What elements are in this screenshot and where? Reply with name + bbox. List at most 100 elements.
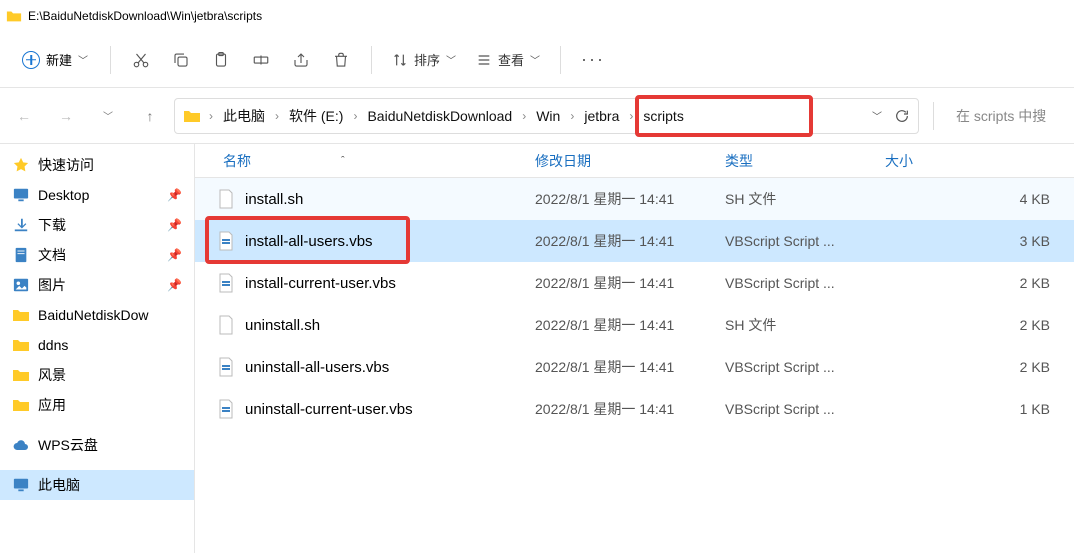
sidebar-item-folder[interactable]: 风景 xyxy=(0,360,194,390)
chevron-down-icon[interactable]: ﹀ xyxy=(872,108,882,123)
rename-button[interactable] xyxy=(243,42,279,78)
chevron-right-icon: › xyxy=(570,109,574,123)
pin-icon: 📌 xyxy=(167,278,182,292)
file-name: uninstall.sh xyxy=(245,317,320,334)
file-size: 4 KB xyxy=(885,191,1074,207)
breadcrumb-item[interactable]: Win xyxy=(530,104,566,128)
share-button[interactable] xyxy=(283,42,319,78)
sidebar-item-wpscloud[interactable]: WPS云盘 xyxy=(0,430,194,460)
pin-icon: 📌 xyxy=(167,188,182,202)
sort-label: 排序 xyxy=(414,50,440,69)
file-name: install.sh xyxy=(245,191,303,208)
new-label: 新建 xyxy=(46,50,72,69)
file-type: VBScript Script ... xyxy=(725,359,885,375)
chevron-right-icon: › xyxy=(629,109,633,123)
titlebar: E:\BaiduNetdiskDownload\Win\jetbra\scrip… xyxy=(0,0,1074,32)
delete-button[interactable] xyxy=(323,42,359,78)
sort-asc-icon: ˆ xyxy=(341,155,345,167)
sidebar-label: 下载 xyxy=(38,215,66,235)
sidebar-label: 文档 xyxy=(38,245,66,265)
breadcrumb-item[interactable]: scripts xyxy=(637,104,689,128)
separator xyxy=(371,46,372,74)
toolbar: 新建 ﹀ 排序 ﹀ 查看 ﹀ ··· xyxy=(0,32,1074,88)
folder-icon xyxy=(6,9,22,23)
file-row[interactable]: install-current-user.vbs 2022/8/1 星期一 14:… xyxy=(195,262,1074,304)
file-size: 3 KB xyxy=(885,233,1074,249)
file-type: VBScript Script ... xyxy=(725,233,885,249)
sidebar-item-thispc[interactable]: 此电脑 xyxy=(0,470,194,500)
cut-button[interactable] xyxy=(123,42,159,78)
separator xyxy=(933,102,934,130)
file-size: 2 KB xyxy=(885,275,1074,291)
navbar: ← → ﹀ ↑ › 此电脑 › 软件 (E:) › BaiduNetdiskDo… xyxy=(0,88,1074,144)
new-button[interactable]: 新建 ﹀ xyxy=(12,44,98,75)
main: 快速访问 Desktop 📌 下载 📌 文档 📌 图片 📌 BaiduNetdi… xyxy=(0,144,1074,553)
paste-button[interactable] xyxy=(203,42,239,78)
chevron-right-icon: › xyxy=(522,109,526,123)
file-size: 2 KB xyxy=(885,317,1074,333)
file-row[interactable]: install-all-users.vbs2022/8/1 星期一 14:41V… xyxy=(195,220,1074,262)
desktop-icon xyxy=(12,187,30,203)
file-date: 2022/8/1 星期一 14:41 xyxy=(535,399,725,419)
sidebar-label: BaiduNetdiskDow xyxy=(38,307,149,323)
sidebar-label: 图片 xyxy=(38,275,66,295)
sidebar-item-desktop[interactable]: Desktop 📌 xyxy=(0,180,194,210)
refresh-button[interactable] xyxy=(894,108,910,124)
column-name[interactable]: 名称 xyxy=(223,151,251,171)
sort-button[interactable]: 排序 ﹀ xyxy=(384,44,464,75)
star-icon xyxy=(12,157,30,173)
sidebar-item-folder[interactable]: BaiduNetdiskDow xyxy=(0,300,194,330)
pin-icon: 📌 xyxy=(167,248,182,262)
file-name: install-current-user.vbs xyxy=(245,275,396,292)
file-row[interactable]: install.sh2022/8/1 星期一 14:41SH 文件4 KB xyxy=(195,178,1074,220)
sidebar-item-download[interactable]: 下载 📌 xyxy=(0,210,194,240)
file-row[interactable]: uninstall-all-users.vbs 2022/8/1 星期一 14:4… xyxy=(195,346,1074,388)
back-button[interactable]: ← xyxy=(6,98,42,134)
sidebar-item-pictures[interactable]: 图片 📌 xyxy=(0,270,194,300)
search-input[interactable]: 在 scripts 中搜 xyxy=(948,98,1068,134)
sidebar-label: ddns xyxy=(38,337,68,353)
file-size: 1 KB xyxy=(885,401,1074,417)
sidebar-item-quickaccess[interactable]: 快速访问 xyxy=(0,150,194,180)
view-label: 查看 xyxy=(498,50,524,69)
file-type: SH 文件 xyxy=(725,315,885,335)
file-row[interactable]: uninstall-current-user.vbs 2022/8/1 星期一 1… xyxy=(195,388,1074,430)
sidebar-item-documents[interactable]: 文档 📌 xyxy=(0,240,194,270)
view-icon xyxy=(476,52,492,68)
sidebar-label: 应用 xyxy=(38,395,66,415)
chevron-down-icon: ﹀ xyxy=(78,52,88,67)
address-bar[interactable]: › 此电脑 › 软件 (E:) › BaiduNetdiskDownload ›… xyxy=(174,98,919,134)
sidebar-label: WPS云盘 xyxy=(38,435,98,455)
breadcrumb-item[interactable]: BaiduNetdiskDownload xyxy=(361,104,518,128)
folder-icon xyxy=(12,307,30,323)
copy-button[interactable] xyxy=(163,42,199,78)
sidebar-item-folder[interactable]: ddns xyxy=(0,330,194,360)
file-type: SH 文件 xyxy=(725,189,885,209)
sort-icon xyxy=(392,52,408,68)
file-name: uninstall-current-user.vbs xyxy=(245,401,413,418)
file-size: 2 KB xyxy=(885,359,1074,375)
more-button[interactable]: ··· xyxy=(573,49,613,70)
folder-icon xyxy=(183,108,201,124)
recent-dropdown[interactable]: ﹀ xyxy=(90,98,126,134)
column-type[interactable]: 类型 xyxy=(725,151,885,171)
file-type: VBScript Script ... xyxy=(725,401,885,417)
file-name: uninstall-all-users.vbs xyxy=(245,359,389,376)
breadcrumb-item[interactable]: jetbra xyxy=(578,104,625,128)
sidebar-item-folder[interactable]: 应用 xyxy=(0,390,194,420)
breadcrumb-item[interactable]: 软件 (E:) xyxy=(283,102,349,130)
column-date[interactable]: 修改日期 xyxy=(535,151,725,171)
forward-button[interactable]: → xyxy=(48,98,84,134)
view-button[interactable]: 查看 ﹀ xyxy=(468,44,548,75)
file-row[interactable]: uninstall.sh2022/8/1 星期一 14:41SH 文件2 KB xyxy=(195,304,1074,346)
doc-icon xyxy=(12,247,30,263)
picture-icon xyxy=(12,277,30,293)
up-button[interactable]: ↑ xyxy=(132,98,168,134)
window-title: E:\BaiduNetdiskDownload\Win\jetbra\scrip… xyxy=(28,9,262,23)
folder-icon xyxy=(12,337,30,353)
file-date: 2022/8/1 星期一 14:41 xyxy=(535,273,725,293)
column-size[interactable]: 大小 xyxy=(885,151,1074,171)
chevron-right-icon: › xyxy=(353,109,357,123)
file-date: 2022/8/1 星期一 14:41 xyxy=(535,357,725,377)
breadcrumb-item[interactable]: 此电脑 xyxy=(217,102,271,130)
